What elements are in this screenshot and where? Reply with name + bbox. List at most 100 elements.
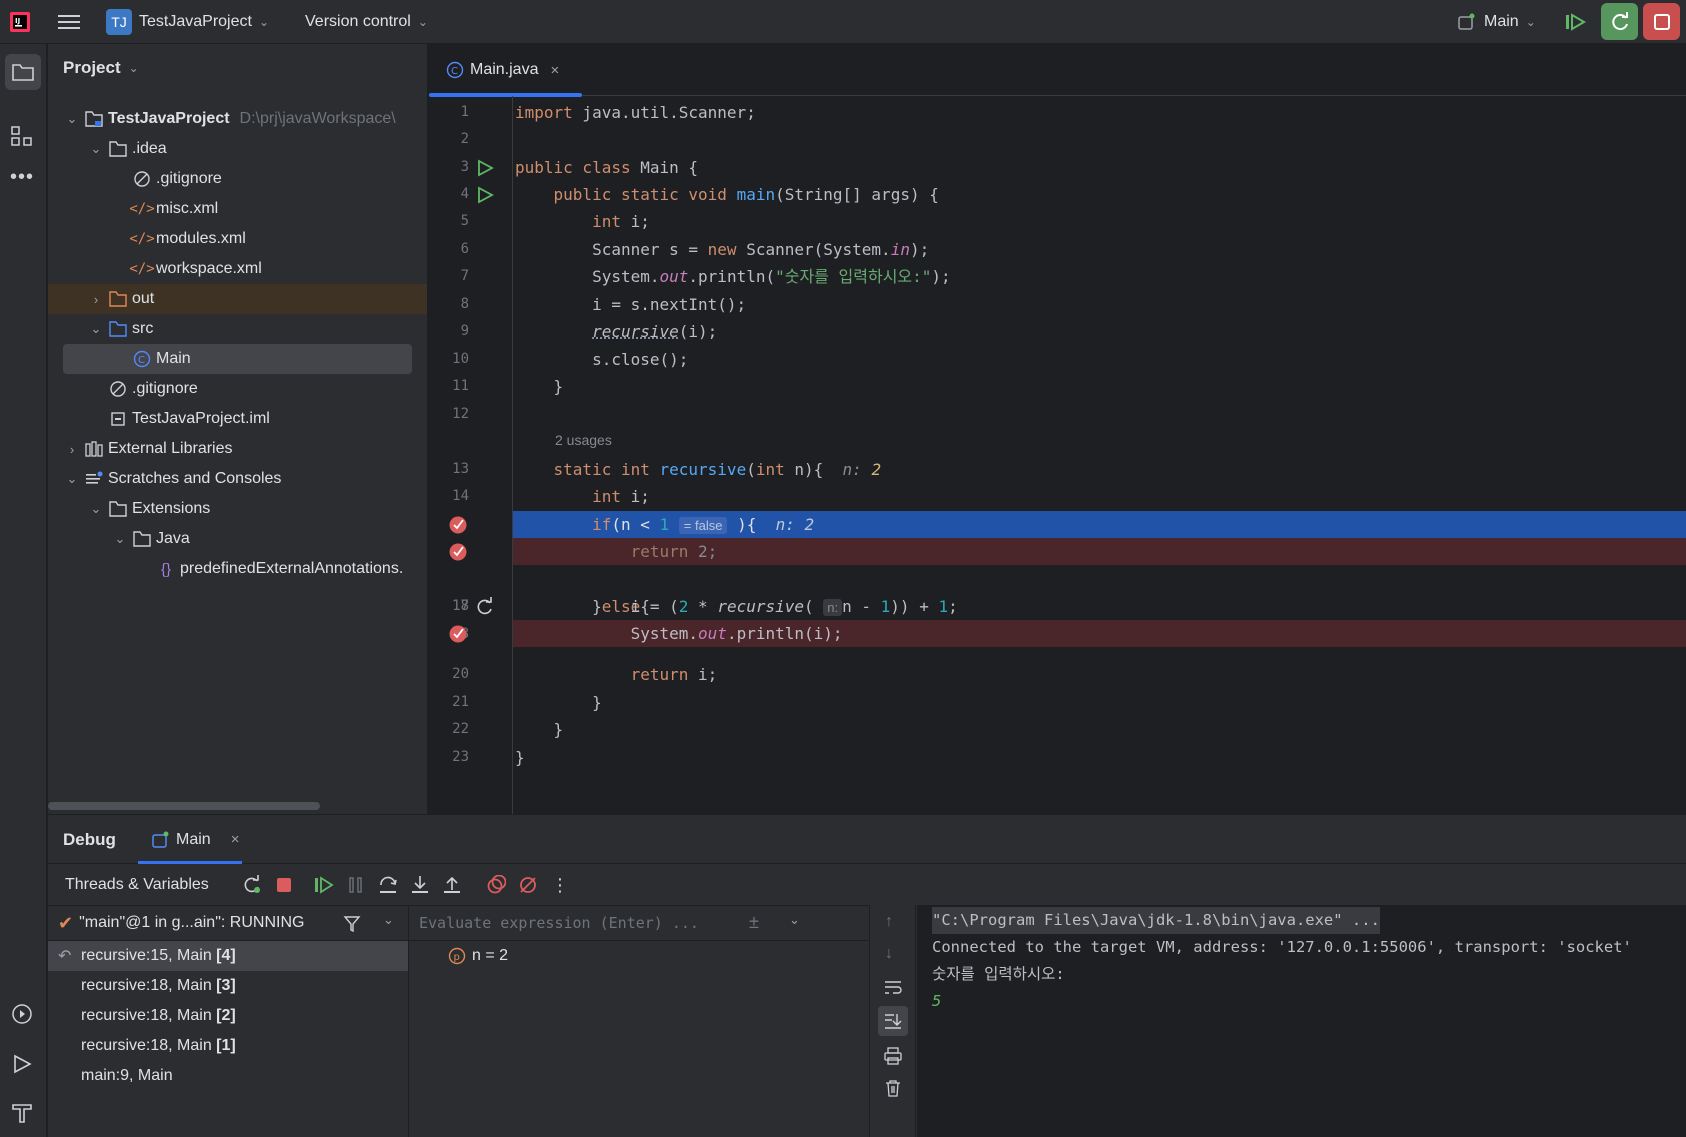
tree-label: misc.xml xyxy=(156,200,219,217)
tab-debug-main[interactable]: Main × xyxy=(138,815,242,864)
code-line: i = (2 * recursive( n: n - 1)) + 1; xyxy=(515,597,958,616)
inlay-false-hint: = false xyxy=(678,517,728,534)
filter-icon[interactable] xyxy=(343,915,361,933)
tree-label: .idea xyxy=(132,140,167,157)
tab-label: Main xyxy=(176,830,211,848)
run-icon[interactable] xyxy=(10,1052,34,1081)
breakpoint-icon[interactable] xyxy=(448,624,468,644)
view-breakpoints-icon[interactable] xyxy=(484,873,508,897)
thread-selector[interactable]: ✔ "main"@1 in g...ain": RUNNING ⌄ xyxy=(48,905,408,941)
arrow-up-icon[interactable]: ↑ xyxy=(885,913,893,931)
build-icon[interactable] xyxy=(10,1101,34,1130)
intellij-logo-icon[interactable]: IJ xyxy=(10,7,32,37)
tree-item-project-root[interactable]: ⌄ TestJavaProject D:\prj\javaWorkspace\ xyxy=(64,104,396,134)
frame-label: recursive:18, Main xyxy=(81,977,212,994)
chevron-down-icon: ⌄ xyxy=(114,531,126,546)
ignored-file-icon xyxy=(132,170,152,188)
main-menu-icon[interactable] xyxy=(58,7,84,37)
project-switcher[interactable]: TJ TestJavaProject ⌄ xyxy=(106,7,269,37)
pause-icon[interactable] xyxy=(344,873,368,897)
breakpoint-icon[interactable] xyxy=(448,515,468,535)
print-icon[interactable] xyxy=(884,1047,902,1065)
step-out-icon[interactable] xyxy=(440,873,464,897)
add-watch-icon[interactable]: ± xyxy=(749,912,759,933)
rerun-debug-button[interactable] xyxy=(1601,3,1638,40)
run-gutter-icon[interactable] xyxy=(476,186,494,204)
code-editor[interactable]: C Main.java × 1 2 3 4 5 6 7 8 9 10 11 12… xyxy=(429,44,1686,814)
breakpoint-icon[interactable] xyxy=(448,542,468,562)
tree-item-external-libraries[interactable]: › External Libraries xyxy=(64,434,233,464)
chevron-down-icon[interactable]: ⌄ xyxy=(383,912,394,928)
line-number: 7 xyxy=(460,268,469,284)
evaluate-placeholder: Evaluate expression (Enter) ... xyxy=(419,914,699,932)
folder-icon xyxy=(108,501,128,517)
variable-row[interactable]: p n = 2 xyxy=(448,941,508,971)
active-tab-indicator xyxy=(138,861,242,864)
structure-icon[interactable] xyxy=(10,124,34,153)
stop-icon[interactable] xyxy=(272,873,296,897)
tree-item-main[interactable]: C Main xyxy=(128,344,191,374)
code-line: recursive(i); xyxy=(592,322,718,341)
console-output[interactable]: "C:\Program Files\Java\jdk-1.8\bin\java.… xyxy=(917,905,1686,1137)
tree-item-annotations[interactable]: {} predefinedExternalAnnotations. xyxy=(152,554,403,584)
trash-icon[interactable] xyxy=(884,1079,902,1097)
horizontal-scrollbar[interactable] xyxy=(48,802,320,810)
svg-text:C: C xyxy=(138,355,145,366)
tree-item-iml[interactable]: TestJavaProject.iml xyxy=(104,404,270,434)
tab-main-java[interactable]: C Main.java × xyxy=(429,44,582,97)
run-config-selector[interactable]: Main ⌄ xyxy=(1458,7,1536,37)
tree-item-scratches[interactable]: ⌄ Scratches and Consoles xyxy=(64,464,282,494)
rerun-icon[interactable] xyxy=(240,873,264,897)
run-config-name: Main xyxy=(1484,13,1519,30)
more-options-icon[interactable]: ⋮ xyxy=(548,873,572,897)
frame-row[interactable]: recursive:18, Main [1] xyxy=(48,1031,408,1061)
line-number: 11 xyxy=(452,378,469,394)
more-tools-icon[interactable]: ••• xyxy=(10,166,34,189)
close-icon[interactable]: × xyxy=(231,831,240,848)
frame-row[interactable]: recursive:18, Main [2] xyxy=(48,1001,408,1031)
chevron-down-icon: ⌄ xyxy=(66,471,78,486)
line-number: 4 xyxy=(460,186,469,202)
resume-icon[interactable] xyxy=(1565,7,1589,37)
tree-item-out[interactable]: › out xyxy=(88,284,154,314)
services-icon[interactable] xyxy=(10,1002,34,1031)
frame-row[interactable]: recursive:18, Main [3] xyxy=(48,971,408,1001)
code-line-current: if(n < 1 = false ){ n: 2 xyxy=(592,515,815,534)
soft-wrap-icon[interactable] xyxy=(884,979,902,997)
frame-row-current[interactable]: ↶ recursive:15, Main [4] xyxy=(48,941,408,971)
step-over-icon[interactable] xyxy=(376,873,400,897)
class-icon: C xyxy=(446,61,464,79)
step-into-icon[interactable] xyxy=(408,873,432,897)
chevron-down-icon[interactable]: ⌄ xyxy=(789,912,800,928)
frame-row[interactable]: main:9, Main xyxy=(48,1061,408,1091)
evaluate-expression-field[interactable]: Evaluate expression (Enter) ... ± ⌄ xyxy=(409,905,869,941)
tree-item-misc-xml[interactable]: </> misc.xml xyxy=(128,194,218,224)
tree-item-idea[interactable]: ⌄ .idea xyxy=(88,134,167,164)
tree-item-gitignore[interactable]: .gitignore xyxy=(128,164,222,194)
tree-label: Extensions xyxy=(132,500,211,517)
scroll-to-end-button[interactable] xyxy=(878,1006,908,1036)
tree-item-extensions[interactable]: ⌄ Extensions xyxy=(88,494,211,524)
tree-label: TestJavaProject xyxy=(108,110,230,127)
tree-item-java[interactable]: ⌄ Java xyxy=(112,524,190,554)
threads-variables-label[interactable]: Threads & Variables xyxy=(65,876,209,894)
stop-button[interactable] xyxy=(1643,3,1680,40)
run-gutter-icon[interactable] xyxy=(476,159,494,177)
return-arrow-icon: ↶ xyxy=(58,948,72,965)
tree-item-root-gitignore[interactable]: .gitignore xyxy=(104,374,198,404)
arrow-down-icon[interactable]: ↓ xyxy=(885,945,893,963)
tree-item-workspace-xml[interactable]: </> workspace.xml xyxy=(128,254,261,284)
console-toolbar: ↑ ↓ xyxy=(870,905,916,1137)
resume-icon[interactable] xyxy=(312,873,336,897)
mute-breakpoints-icon[interactable] xyxy=(516,873,540,897)
project-panel-header[interactable]: Project ⌄ xyxy=(63,58,139,78)
project-tool-button[interactable] xyxy=(5,54,41,90)
tree-item-src[interactable]: ⌄ src xyxy=(88,314,154,344)
close-icon[interactable]: × xyxy=(550,62,559,79)
usages-hint[interactable]: 2 usages xyxy=(555,432,612,448)
tree-item-modules-xml[interactable]: </> modules.xml xyxy=(128,224,245,254)
vcs-widget[interactable]: Version control ⌄ xyxy=(305,7,428,37)
tree-label: Main xyxy=(156,350,191,367)
active-tab-indicator xyxy=(429,93,582,97)
code-line-18: 18 i = (2 * recursive( n: n - 1)) + 1; xyxy=(429,593,1686,621)
